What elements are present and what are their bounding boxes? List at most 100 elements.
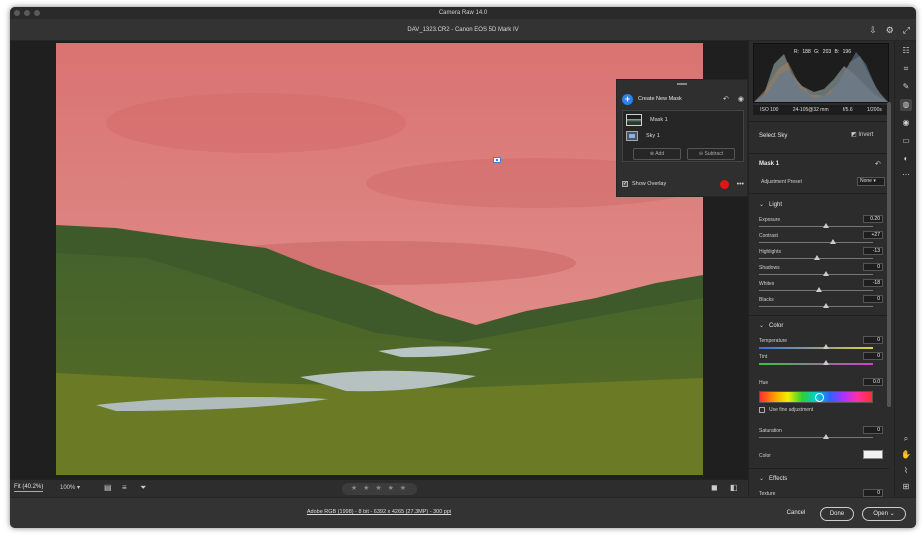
mask-list-item[interactable]: Mask 1 [626,113,668,127]
show-overlay-label: Show Overlay [632,181,667,187]
hue-value[interactable]: 0.0 [863,378,883,386]
zoom-tool-icon[interactable]: ⌕ [900,433,912,445]
rating-stars[interactable]: ★ ★ ★ ★ ★ [342,483,417,495]
visibility-eye-icon[interactable]: ◉ [738,95,744,103]
grid-overlay-icon[interactable]: ⊞ [900,481,912,493]
cancel-button[interactable]: Cancel [784,507,808,521]
file-bar: DAV_1323.CR2 - Canon EOS 5D Mark IV ⇩ ⚙ … [10,19,916,41]
effects-section-header[interactable]: ⌄ Effects [759,475,787,482]
mask-component-item[interactable]: Sky 1 [626,129,660,143]
zoom-select[interactable]: 100% ▾ [60,484,80,491]
hue-label: Hue [759,380,769,386]
whites-slider[interactable]: Whites -18 [759,279,883,293]
shutter-value: 1/200s [866,107,882,113]
subtract-button[interactable]: ⊖ Subtract [687,148,735,160]
snapshots-icon[interactable]: ▭ [900,135,912,147]
light-section-header[interactable]: ⌄ Light [759,201,782,208]
workflow-options-link[interactable]: Adobe RGB (1998) - 8 bit - 6392 x 4265 (… [10,509,748,515]
red-eye-icon[interactable]: ◉ [900,117,912,129]
select-sky-title: Select Sky [759,133,788,139]
exposure-value[interactable]: 0.20 [863,215,883,223]
invert-toggle[interactable]: ◩ Invert [851,131,873,138]
fine-adjustment-checkbox[interactable] [759,407,765,413]
file-title: DAV_1323.CR2 - Canon EOS 5D Mark IV [407,27,519,33]
reset-mask-icon[interactable]: ↶ [723,95,729,103]
fit-zoom-button[interactable]: Fit (40.2%) [14,484,44,492]
tint-slider[interactable]: Tint 0 [759,352,883,366]
photo-preview[interactable] [56,43,703,475]
color-swatch[interactable] [863,450,883,459]
hue-slider[interactable] [759,391,873,403]
temperature-slider[interactable]: Temperature 0 [759,336,883,350]
blacks-slider[interactable]: Blacks 0 [759,295,883,309]
healing-brush-icon[interactable]: ✎ [900,81,912,93]
add-button[interactable]: ⊕ Add [633,148,681,160]
mask-list: Mask 1 Sky 1 ⊕ Add ⊖ Subtract [622,110,744,162]
saturation-value[interactable]: 0 [863,426,883,434]
create-mask-plus-icon[interactable]: + [622,93,633,105]
fine-adjustment-label: Use fine adjustment [769,407,814,413]
more-options-icon[interactable]: ••• [737,181,744,188]
shadows-value[interactable]: 0 [863,263,883,271]
exposure-slider[interactable]: Exposure 0.20 [759,215,883,229]
saturation-slider[interactable]: Saturation 0 [759,426,883,440]
tool-strip: ☷ ⌗ ✎ ◍ ◉ ▭ ◐ ⋯ ⌕ ✋ ⌇ ⊞ [894,41,916,497]
contrast-slider[interactable]: Contrast +27 [759,231,883,245]
masking-icon[interactable]: ◍ [900,99,912,111]
done-button[interactable]: Done [820,507,854,521]
panel-drag-handle[interactable] [677,83,687,85]
split-view-icon[interactable]: ◧ [730,483,738,492]
contrast-value[interactable]: +27 [863,231,883,239]
footer-bar: Adobe RGB (1998) - 8 bit - 6392 x 4265 (… [10,497,916,528]
highlights-value[interactable]: -13 [863,247,883,255]
focal-length-value: 24-105@32 mm [792,107,829,113]
image-canvas: + Create New Mask ↶ ◉ Mask 1 Sky 1 ⊕ Add… [10,41,748,479]
highlights-slider[interactable]: Highlights -13 [759,247,883,261]
before-after-icon[interactable]: ◼ [711,483,718,492]
settings-gear-icon[interactable]: ⚙ [886,19,894,41]
close-window-button[interactable] [14,10,20,16]
shadows-slider[interactable]: Shadows 0 [759,263,883,277]
hue-handle[interactable] [815,393,824,402]
adjustment-preset-label: Adjustment Preset [761,179,802,185]
camera-raw-window: Camera Raw 14.0 DAV_1323.CR2 - Canon EOS… [10,7,916,528]
adjustment-preset-select[interactable]: None ▾ [857,177,885,186]
mask-thumbnail [626,114,642,126]
histogram: R: 188 G: 203 B: 196 [753,43,889,103]
fullscreen-icon[interactable]: ⤢ [903,19,910,41]
color-label: Color [759,453,771,459]
blacks-value[interactable]: 0 [863,295,883,303]
crop-icon[interactable]: ⌗ [900,63,912,75]
color-section-header[interactable]: ⌄ Color [759,322,783,329]
edit-panel: R: 188 G: 203 B: 196 ISO 100 24-105@32 m… [748,41,894,497]
texture-value[interactable]: 0 [863,489,883,497]
sky-component-icon [626,131,638,141]
title-bar: Camera Raw 14.0 [10,7,916,19]
mask-pin-icon[interactable] [493,157,501,163]
whites-value[interactable]: -18 [863,279,883,287]
mask-name-label: Mask 1 [650,117,668,123]
open-button[interactable]: Open ⌄ [862,507,906,521]
sort-icon[interactable]: ≡ [122,483,127,492]
more-tools-icon[interactable]: ⋯ [900,169,912,181]
create-new-mask-label[interactable]: Create New Mask [638,96,714,102]
edit-sliders-icon[interactable]: ☷ [900,45,912,57]
save-image-icon[interactable]: ⇩ [869,19,877,41]
maximize-window-button[interactable] [34,10,40,16]
overlay-color-swatch[interactable] [719,179,729,189]
eyedropper-icon[interactable]: ⌇ [900,465,912,477]
color-row: Color [759,450,883,465]
rgb-readout: R: 188 G: 203 B: 196 [794,49,851,55]
minimize-window-button[interactable] [24,10,30,16]
temperature-value[interactable]: 0 [863,336,883,344]
presets-icon[interactable]: ◐ [900,153,912,165]
hand-tool-icon[interactable]: ✋ [900,449,912,461]
filmstrip-icon[interactable]: ▤ [104,483,112,492]
window-controls [14,10,40,16]
filter-icon[interactable]: ⏷ [140,483,146,493]
component-name-label: Sky 1 [646,133,660,139]
panel-scrollbar[interactable] [887,102,891,407]
tint-value[interactable]: 0 [863,352,883,360]
reset-icon[interactable]: ↶ [875,160,881,168]
show-overlay-checkbox[interactable]: ✓ [622,181,628,187]
